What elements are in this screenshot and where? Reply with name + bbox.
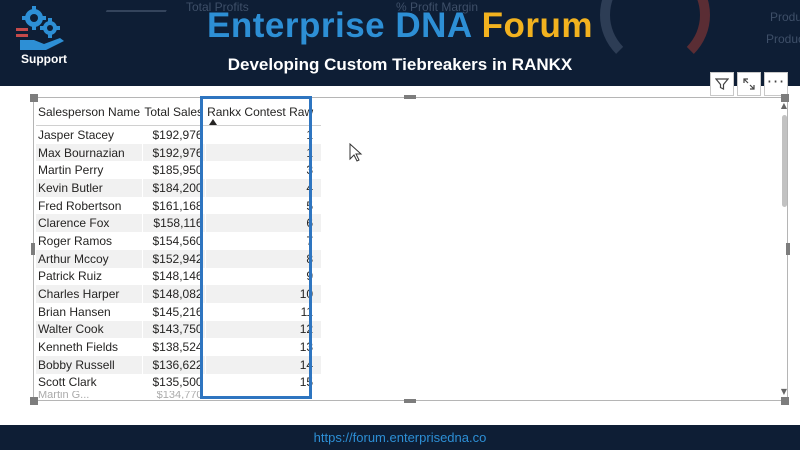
table-row[interactable]: Kevin Butler $184,200 4 <box>36 179 322 197</box>
column-header-total-sales[interactable]: Total Sales <box>142 99 206 126</box>
scroll-up-arrow-icon[interactable]: ▲ <box>779 101 789 111</box>
rank-cell: 11 <box>204 302 322 321</box>
total-sales-cell: $135,500 <box>141 373 206 392</box>
brand-title: Enterprise DNA Forum <box>0 6 800 46</box>
sort-ascending-icon <box>209 119 218 125</box>
total-sales-cell: $192,976 <box>141 143 206 162</box>
salesperson-cell: Jasper Stacey <box>38 127 115 142</box>
filter-button[interactable] <box>710 72 734 96</box>
more-options-button[interactable]: ··· <box>764 72 788 96</box>
sales-rank-table: Salesperson Name Total Sales Rankx Conte… <box>36 99 322 400</box>
table-row[interactable]: Charles Harper $148,082 10 <box>36 285 322 303</box>
rank-cell <box>204 391 322 400</box>
total-sales-cell: $148,082 <box>141 285 206 303</box>
resize-handle-left[interactable] <box>31 243 35 255</box>
rank-cell: 15 <box>204 373 322 392</box>
salesperson-cell: Scott Clark <box>38 375 97 390</box>
total-sales-cell: $185,950 <box>141 161 206 180</box>
salesperson-cell: Martin Perry <box>38 163 104 178</box>
focus-mode-icon <box>743 78 755 90</box>
table-row[interactable]: Walter Cook $143,750 12 <box>36 320 322 339</box>
rank-cell: 13 <box>204 338 322 356</box>
salesperson-cell: Kenneth Fields <box>38 340 119 355</box>
filter-icon <box>714 78 730 90</box>
rank-cell: 3 <box>204 161 322 180</box>
salesperson-cell: Roger Ramos <box>38 233 113 248</box>
resize-handle-top[interactable] <box>404 95 416 99</box>
table-row[interactable]: Brian Hansen $145,216 11 <box>36 302 322 321</box>
table-row[interactable]: Clarence Fox $158,116 6 <box>36 214 322 233</box>
column-header-rankx-contest-raw[interactable]: Rankx Contest Raw <box>205 99 322 126</box>
header-banner: Total Profits % Profit Margin Produ Prod… <box>0 0 800 86</box>
rank-cell: 7 <box>204 232 322 250</box>
salesperson-cell: Max Bournazian <box>36 143 143 162</box>
rank-cell: 14 <box>204 355 322 374</box>
table-row-partial[interactable]: Martin G... $134,770 <box>36 391 322 400</box>
salesperson-cell: Walter Cook <box>36 320 143 339</box>
table-row[interactable]: Roger Ramos $154,560 7 <box>36 232 322 250</box>
total-sales-cell: $184,200 <box>141 179 206 197</box>
table-header-row: Salesperson Name Total Sales Rankx Conte… <box>36 99 322 126</box>
brand-accent: Forum <box>481 6 593 45</box>
scroll-down-arrow-icon[interactable]: ▼ <box>779 387 789 397</box>
table-row[interactable]: Max Bournazian $192,976 1 <box>36 143 322 162</box>
table-row[interactable]: Arthur Mccoy $152,942 8 <box>36 249 322 268</box>
total-sales-cell: $136,622 <box>141 355 206 374</box>
table-row[interactable]: Fred Robertson $161,168 5 <box>36 196 322 215</box>
footer-bar: https://forum.enterprisedna.co <box>0 425 800 450</box>
column-header-salesperson[interactable]: Salesperson Name <box>36 99 143 126</box>
mouse-pointer-icon <box>349 143 363 162</box>
salesperson-cell: Kevin Butler <box>36 179 143 197</box>
rank-cell: 1 <box>204 125 322 144</box>
page-subtitle: Developing Custom Tiebreakers in RANKX <box>227 55 573 74</box>
salesperson-cell: Clarence Fox <box>36 214 143 233</box>
total-sales-cell: $192,976 <box>141 125 206 144</box>
salesperson-cell: Fred Robertson <box>38 198 122 213</box>
total-sales-cell: $143,750 <box>141 320 206 339</box>
total-sales-cell: $152,942 <box>141 249 206 268</box>
total-sales-cell: $145,216 <box>141 302 206 321</box>
table-row[interactable]: Jasper Stacey $192,976 1 <box>36 125 322 144</box>
salesperson-cell: Martin G... <box>38 391 90 400</box>
table-row[interactable]: Bobby Russell $136,622 14 <box>36 355 322 374</box>
table-row[interactable]: Martin Perry $185,950 3 <box>36 161 322 180</box>
total-sales-cell: $134,770 <box>141 391 206 400</box>
table-row[interactable]: Patrick Ruiz $148,146 9 <box>36 267 322 286</box>
resize-handle-bottom[interactable] <box>404 399 416 403</box>
salesperson-cell: Brian Hansen <box>38 304 111 319</box>
rank-cell: 12 <box>204 320 322 339</box>
table-row[interactable]: Kenneth Fields $138,524 13 <box>36 338 322 356</box>
total-sales-cell: $158,116 <box>141 214 206 233</box>
forum-link[interactable]: https://forum.enterprisedna.co <box>314 430 487 445</box>
table-row[interactable]: Scott Clark $135,500 15 <box>36 373 322 392</box>
total-sales-cell: $161,168 <box>141 196 206 215</box>
vertical-scrollbar[interactable]: ▲ ▼ <box>779 101 789 397</box>
rank-cell: 8 <box>204 249 322 268</box>
salesperson-cell: Patrick Ruiz <box>38 269 103 284</box>
rank-cell: 1 <box>204 143 322 162</box>
salesperson-cell: Bobby Russell <box>36 355 143 374</box>
rank-cell: 10 <box>204 285 322 303</box>
scrollbar-thumb[interactable] <box>782 115 787 207</box>
rank-cell: 5 <box>204 196 322 215</box>
total-sales-cell: $148,146 <box>141 267 206 286</box>
rank-cell: 9 <box>204 267 322 286</box>
salesperson-cell: Charles Harper <box>36 285 143 303</box>
column-header-label: Rankx Contest Raw <box>207 105 314 119</box>
salesperson-cell: Arthur Mccoy <box>36 249 143 268</box>
total-sales-cell: $154,560 <box>141 232 206 250</box>
brand-name: Enterprise DNA <box>207 6 472 45</box>
total-sales-cell: $138,524 <box>141 338 206 356</box>
focus-mode-button[interactable] <box>737 72 761 96</box>
rank-cell: 6 <box>204 214 322 233</box>
rank-cell: 4 <box>204 179 322 197</box>
resize-handle-bottom-right[interactable] <box>781 397 789 405</box>
